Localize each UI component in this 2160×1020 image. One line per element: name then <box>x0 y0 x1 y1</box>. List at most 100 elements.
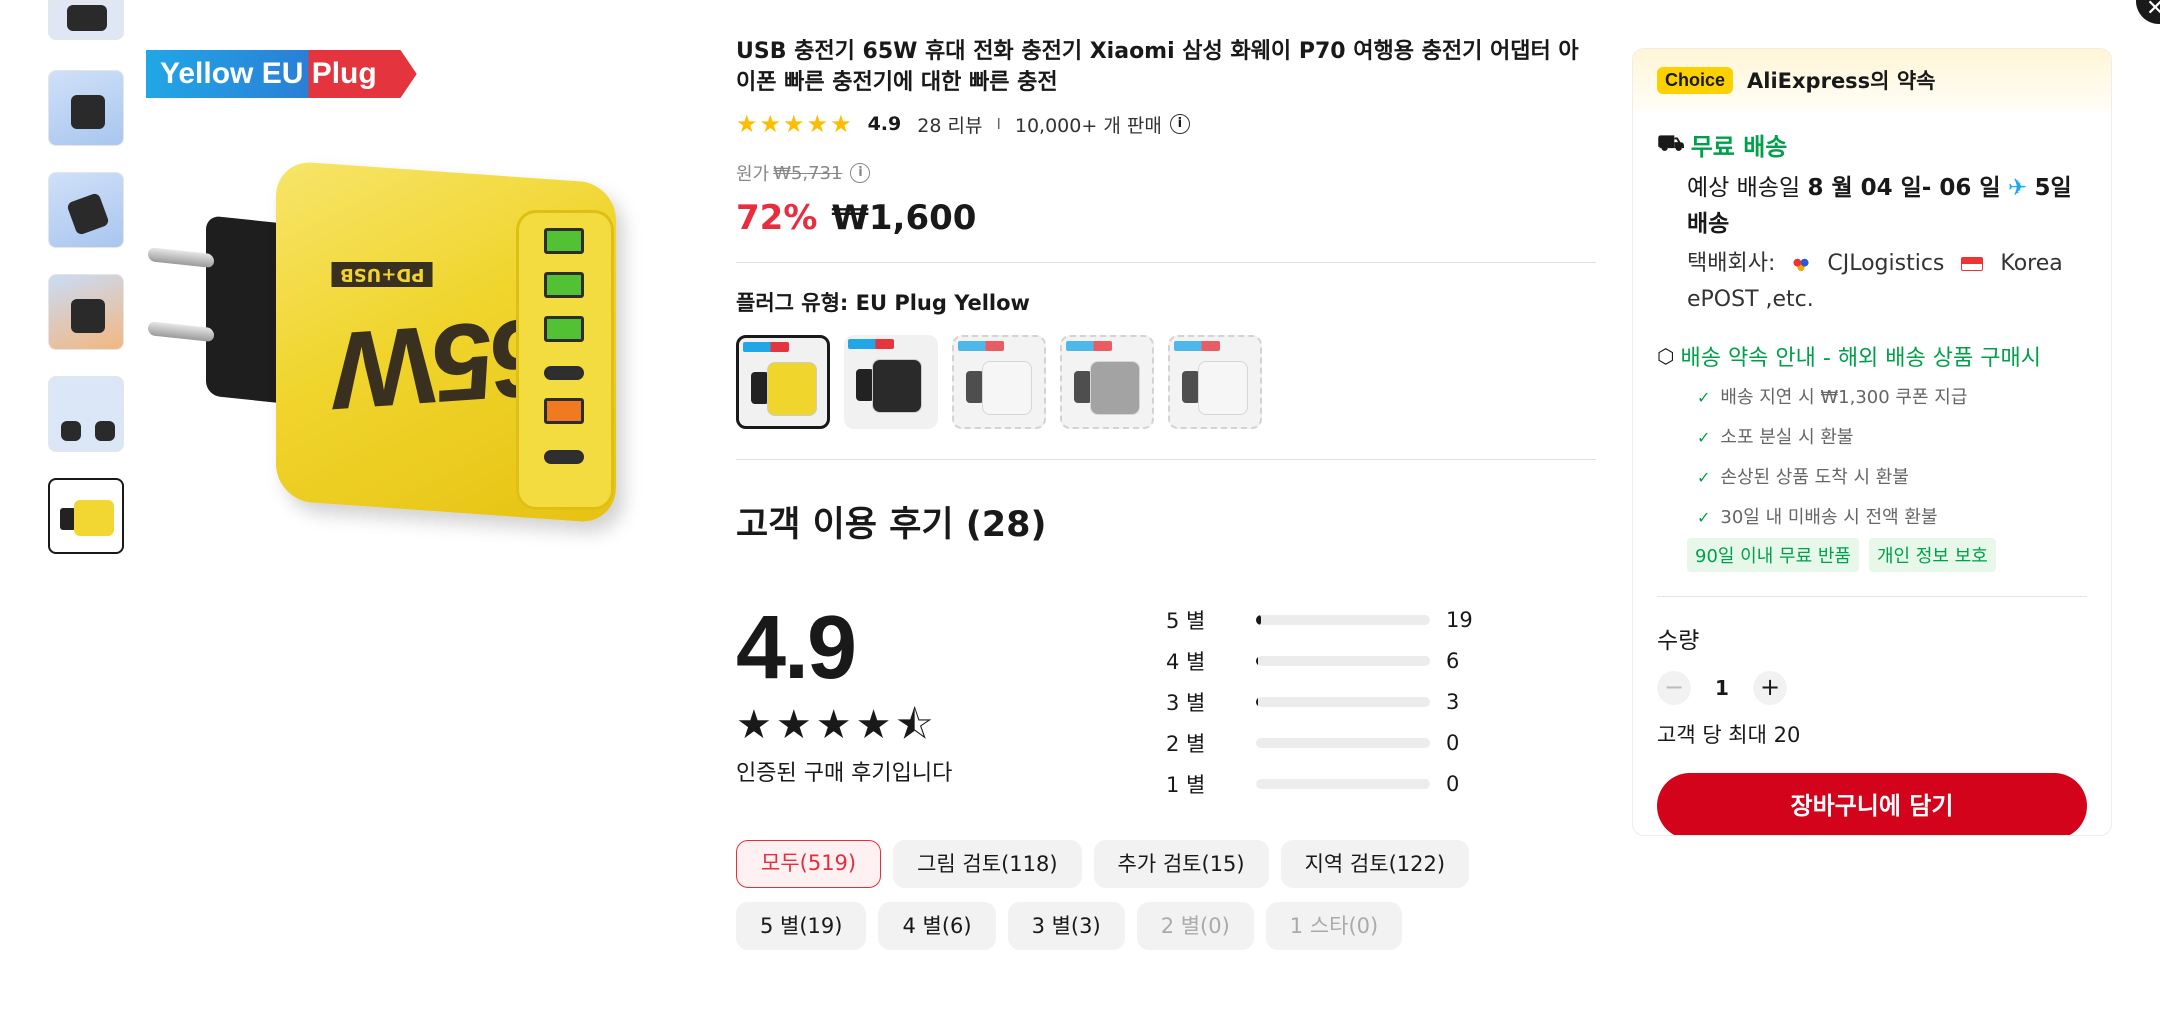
plane-icon: ✈ <box>2007 175 2028 201</box>
variant-tag <box>1174 341 1220 351</box>
variant-option-5[interactable] <box>1168 335 1262 429</box>
thumbnail-1[interactable] <box>48 0 124 40</box>
panel-header: Choice AliExpress의 약속 <box>1633 49 2111 111</box>
rating-row[interactable]: 3 별 3 <box>1166 681 1473 722</box>
plug-pin <box>148 247 214 269</box>
free-shipping[interactable]: ⛟ 무료 배송 <box>1657 127 2087 162</box>
rating-distribution: 5 별 19 4 별 6 3 별 3 2 별 0 1 별 0 <box>1166 599 1473 804</box>
star-full-icon: ★ <box>855 702 892 748</box>
original-price-line: 원가 ₩5,731 i <box>736 160 1596 186</box>
thumbnail-3[interactable] <box>48 172 124 248</box>
promise-check-item: ✓ 30일 내 미배송 시 전액 환불 <box>1697 498 2087 538</box>
variant-tag <box>848 339 894 349</box>
divider <box>736 262 1596 263</box>
korea-post-icon <box>1961 257 1984 271</box>
variant-option-1[interactable] <box>736 335 830 429</box>
rating-line: ★★★★★ 4.9 28 리뷰 I 10,000+ 개 판매 i <box>736 110 1596 138</box>
rating-row-count: 3 <box>1446 689 1460 714</box>
star-half-icon: ⯪ <box>895 702 934 748</box>
free-shipping-label: 무료 배송 <box>1690 133 1788 161</box>
add-to-cart-button[interactable]: 장바구니에 담기 <box>1657 773 2087 835</box>
free-return-badge: 90일 이내 무료 반품 <box>1687 538 1859 572</box>
variant-charger-icon <box>872 359 922 413</box>
usb-a-port <box>544 398 584 424</box>
thumbnail-5[interactable] <box>48 376 124 452</box>
star-full-icon: ★ <box>775 702 812 748</box>
delivery-suffix: 배송 <box>1687 211 1730 237</box>
thumbnail-6-selected[interactable] <box>48 478 124 554</box>
promise-check-text: 손상된 상품 도착 시 환불 <box>1720 467 1909 488</box>
promise-check-item: ✓ 손상된 상품 도착 시 환불 <box>1697 458 2087 498</box>
review-filter-chip[interactable]: 추가 검토(15) <box>1093 840 1269 888</box>
rating-bar <box>1256 778 1430 789</box>
thumbnail-2[interactable] <box>48 70 124 146</box>
quantity-plus-button[interactable]: + <box>1753 671 1787 705</box>
rating-row[interactable]: 2 별 0 <box>1166 722 1473 763</box>
discount-percent: 72% <box>736 198 818 238</box>
rating-row[interactable]: 5 별 19 <box>1166 599 1473 640</box>
quantity-minus-button[interactable]: − <box>1657 671 1691 705</box>
review-filter-chip[interactable]: 지역 검토(122) <box>1280 840 1470 888</box>
rating-row-label: 2 별 <box>1166 731 1206 756</box>
package-icon: ⬡ <box>1657 344 1675 368</box>
overall-stars: ★ ★ ★ ★ ⯪ <box>736 705 1166 745</box>
delivery-promise-link[interactable]: ⬡ 배송 약속 안내 - 해외 배송 상품 구매시 <box>1657 340 2087 372</box>
rating-row-label: 3 별 <box>1166 690 1206 715</box>
promise-check-text: 소포 분실 시 환불 <box>1720 427 1854 448</box>
review-filter-chip[interactable]: 4 별(6) <box>878 902 996 950</box>
close-icon[interactable]: ✕ <box>2136 0 2160 24</box>
promise-check-text: 30일 내 미배송 시 전액 환불 <box>1720 507 1938 528</box>
variant-charger-icon <box>1090 361 1140 415</box>
promise-title: AliExpress의 약속 <box>1747 69 1936 93</box>
info-icon[interactable]: i <box>1169 114 1190 134</box>
rating-bar <box>1256 614 1430 625</box>
price-line: 72% ₩1,600 <box>736 198 1596 238</box>
promise-check-item: ✓ 배송 지연 시 ₩1,300 쿠폰 지급 <box>1697 378 2087 418</box>
panel-body: ⛟ 무료 배송 예상 배송일 8 월 04 일- 06 일 ✈ 5일 배송 택배… <box>1633 111 2111 835</box>
quantity-max: 고객 당 최대 20 <box>1657 723 1801 747</box>
variant-charger-icon <box>1198 361 1248 415</box>
thumbnail-4[interactable] <box>48 274 124 350</box>
rating-row-count: 0 <box>1446 771 1460 796</box>
main-product-image[interactable]: Yellow EU Plug PD+USB 65W <box>146 40 706 600</box>
variant-option-2[interactable] <box>844 335 938 429</box>
review-summary: 4.9 ★ ★ ★ ★ ⯪ 인증된 구매 후기입니다 5 별 19 4 별 6 3 별 3 2 별 0… <box>736 603 1596 804</box>
carrier-more: ePOST ,etc. <box>1687 287 1814 312</box>
carrier-label: 택배회사: <box>1687 251 1776 276</box>
info-icon[interactable]: i <box>850 163 871 183</box>
rating-row-count: 6 <box>1446 648 1460 673</box>
carrier-2: Korea <box>2000 251 2063 276</box>
promise-check-item: ✓ 소포 분실 시 환불 <box>1697 418 2087 458</box>
review-filter-chip[interactable]: 3 별(3) <box>1007 902 1125 950</box>
rating-row[interactable]: 4 별 6 <box>1166 640 1473 681</box>
review-filter-chip[interactable]: 5 별(19) <box>736 902 867 950</box>
variant-charger-icon <box>767 362 817 416</box>
review-count-link[interactable]: 28 리뷰 <box>917 111 982 138</box>
variant-options <box>736 335 1596 429</box>
charger-ports-face <box>516 210 614 510</box>
thumbnail-device-icon <box>61 421 81 441</box>
review-filter-chip[interactable]: 1 스타(0) <box>1265 902 1403 950</box>
review-filter-chip[interactable]: 모두(519) <box>736 840 882 888</box>
overall-score: 4.9 <box>736 598 857 698</box>
check-icon: ✓ <box>1697 468 1711 487</box>
rating-row[interactable]: 1 별 0 <box>1166 763 1473 804</box>
delivery-estimate: 예상 배송일 8 월 04 일- 06 일 ✈ 5일 배송 <box>1687 170 2087 242</box>
rating-row-label: 4 별 <box>1166 649 1206 674</box>
rating-stars-icon: ★★★★★ <box>736 110 854 138</box>
usb-a-port <box>544 272 584 298</box>
thumbnail-device-icon <box>71 95 105 129</box>
thumbnail-strip <box>48 0 126 580</box>
check-icon: ✓ <box>1697 428 1711 447</box>
promise-check-text: 배송 지연 시 ₩1,300 쿠폰 지급 <box>1720 387 1968 408</box>
review-filter-chip[interactable]: 그림 검토(118) <box>893 840 1082 888</box>
privacy-badge: 개인 정보 보호 <box>1869 538 1996 572</box>
truck-icon: ⛟ <box>1657 130 1685 156</box>
variant-option-4[interactable] <box>1060 335 1154 429</box>
usb-c-port <box>544 366 584 380</box>
review-filter-chip[interactable]: 2 별(0) <box>1136 902 1254 950</box>
rating-bar <box>1256 655 1430 666</box>
quantity-value[interactable]: 1 <box>1691 676 1753 700</box>
variant-option-3[interactable] <box>952 335 1046 429</box>
delivery-prefix: 예상 배송일 <box>1687 175 1801 201</box>
